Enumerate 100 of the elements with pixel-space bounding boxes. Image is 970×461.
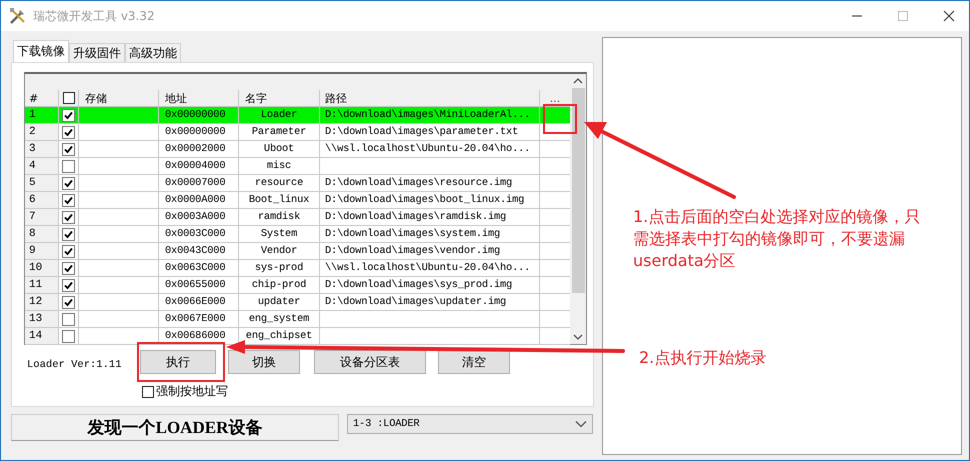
table-row[interactable]: 8 0x0003C000 System D:\download\images\system.img [25,226,570,243]
close-icon[interactable] [943,10,955,22]
table-row[interactable]: 11 0x00655000 chip-prod D:\download\images\sys_prod.img [25,277,570,294]
loader-version: Loader Ver:1.11 [26,358,123,373]
name-cell: updater [258,296,300,308]
row-number: 11 [25,277,59,293]
row-number: 12 [25,294,59,310]
table-row[interactable]: 10 0x0063C000 sys-prod \\wsl.localhost\Ubuntu-20.04\ho... [25,260,570,277]
name-cell: Loader [260,109,298,121]
scroll-up-icon[interactable] [573,77,583,85]
address-cell: 0x00655000 [165,279,226,291]
name-cell: Parameter [252,126,306,138]
row-number: 13 [25,311,59,327]
address-cell: 0x0063C000 [165,262,226,274]
address-cell: 0x00004000 [165,160,226,172]
row-checkbox[interactable] [62,262,75,274]
chevron-icon [575,420,587,428]
row-checkbox[interactable] [62,126,75,138]
force-checkbox[interactable] [142,386,154,398]
annotation-note: 1.点击后面的空白处选择对应的镜像，只需选择表中打勾的镜像即可，不要遗漏userdata分区 [633,206,922,272]
table-row[interactable]: 14 0x00686000 eng_chipset [25,328,570,345]
table-row[interactable]: 6 0x0000A000 Boot_linux D:\download\images\boot_linux.img [25,192,570,209]
row-checkbox[interactable] [62,278,75,292]
row-checkbox[interactable] [62,194,75,206]
path-cell: \\wsl.localhost\Ubuntu-20.04\ho... [325,262,530,274]
path-cell: D:\download\images\boot_linux.img [325,194,524,206]
name-cell: Uboot [264,143,294,155]
row-number: 10 [25,260,59,276]
row-number: 5 [25,175,59,191]
row-checkbox[interactable] [62,160,75,172]
tab[interactable]: 升级固件 [69,43,125,62]
row-checkbox[interactable] [62,210,75,224]
address-cell: 0x0000A000 [165,194,226,206]
header-checkbox[interactable] [62,92,74,104]
address-cell: 0x00000000 [165,126,226,138]
table-row[interactable]: 7 0x0003A000 ramdisk D:\download\images\ramdisk.img [25,209,570,226]
column-header: 路径 [320,90,540,106]
tab[interactable]: 高级功能 [125,43,181,62]
row-checkbox[interactable] [62,142,75,156]
name-cell: Vendor [260,245,298,257]
tools-icon [9,7,27,25]
table-row[interactable]: 3 0x00002000 Uboot \\wsl.localhost\Ubuntu-20.04\ho... [25,141,570,158]
path-cell: \\wsl.localhost\Ubuntu-20.04\ho... [325,143,530,155]
name-cell: chip-prod [252,279,306,291]
annotation-note: 2.点执行开始烧录 [639,348,766,369]
row-number: 3 [25,141,59,157]
action-button[interactable]: 清空 [438,350,510,374]
table-row[interactable]: 13 0x0067E000 eng_system [25,311,570,328]
path-cell: D:\download\images\sys_prod.img [325,279,512,291]
table-row[interactable]: 9 0x0043C000 Vendor D:\download\images\vendor.img [25,243,570,260]
highlight-frame [543,104,577,134]
row-number: 4 [25,158,59,174]
name-cell: sys-prod [254,262,304,274]
column-header: 名字 [239,90,320,106]
row-checkbox[interactable] [62,228,75,240]
table-row[interactable]: 5 0x00007000 resource D:\download\images\resource.img [25,175,570,192]
address-cell: 0x0043C000 [165,245,226,257]
address-cell: 0x00002000 [165,143,226,155]
action-button[interactable]: 设备分区表 [314,350,426,374]
device-dropdown[interactable]: 1-3 :LOADER [347,414,593,434]
scroll-down-icon[interactable] [573,333,583,341]
name-cell: ramdisk [258,211,300,223]
row-number: 7 [25,209,59,225]
row-checkbox[interactable] [62,296,75,308]
checkbox-label: 强制按地址写 [156,383,228,400]
column-header: 地址 [159,90,239,106]
address-cell: 0x0066E000 [165,296,226,308]
address-cell: 0x00000000 [165,109,226,121]
name-cell: Boot_linux [248,194,310,206]
path-cell: D:\download\images\resource.img [325,177,512,189]
table-row[interactable]: 4 0x00004000 misc [25,158,570,175]
path-cell: D:\download\images\ramdisk.img [325,211,506,223]
row-checkbox[interactable] [62,176,75,190]
address-cell: 0x00007000 [165,177,226,189]
address-cell: 0x0003A000 [165,211,226,223]
row-number: 2 [25,124,59,140]
row-checkbox[interactable] [62,244,75,258]
name-cell: eng_chipset [246,330,312,342]
status-message: 发现一个LOADER设备 [11,414,339,441]
table-row[interactable]: 1 0x00000000 Loader D:\download\images\MiniLoaderAl... [25,107,570,124]
action-button[interactable]: 执行 [140,350,216,374]
action-button[interactable]: 切换 [228,350,300,374]
address-cell: 0x00686000 [165,330,226,342]
row-number: 9 [25,243,59,259]
tab[interactable]: 下载镜像 [13,40,69,62]
column-header: 存储 [79,90,159,106]
name-cell: System [260,228,298,240]
table-row[interactable]: 12 0x0066E000 updater D:\download\images\updater.img [25,294,570,311]
row-checkbox[interactable] [62,330,75,342]
scroll-thumb[interactable] [572,88,584,293]
path-cell: D:\download\images\system.img [325,228,500,240]
path-cell: D:\download\images\vendor.img [325,245,500,257]
table-row[interactable]: 2 0x00000000 Parameter D:\download\images\parameter.txt [25,124,570,141]
name-cell: misc [266,160,292,172]
row-checkbox[interactable] [62,312,75,326]
row-number: 14 [25,328,59,344]
path-cell: D:\download\images\updater.img [325,296,506,308]
row-checkbox[interactable] [62,108,75,122]
path-cell: D:\download\images\MiniLoaderAl... [325,109,530,121]
column-header: # [25,90,59,106]
